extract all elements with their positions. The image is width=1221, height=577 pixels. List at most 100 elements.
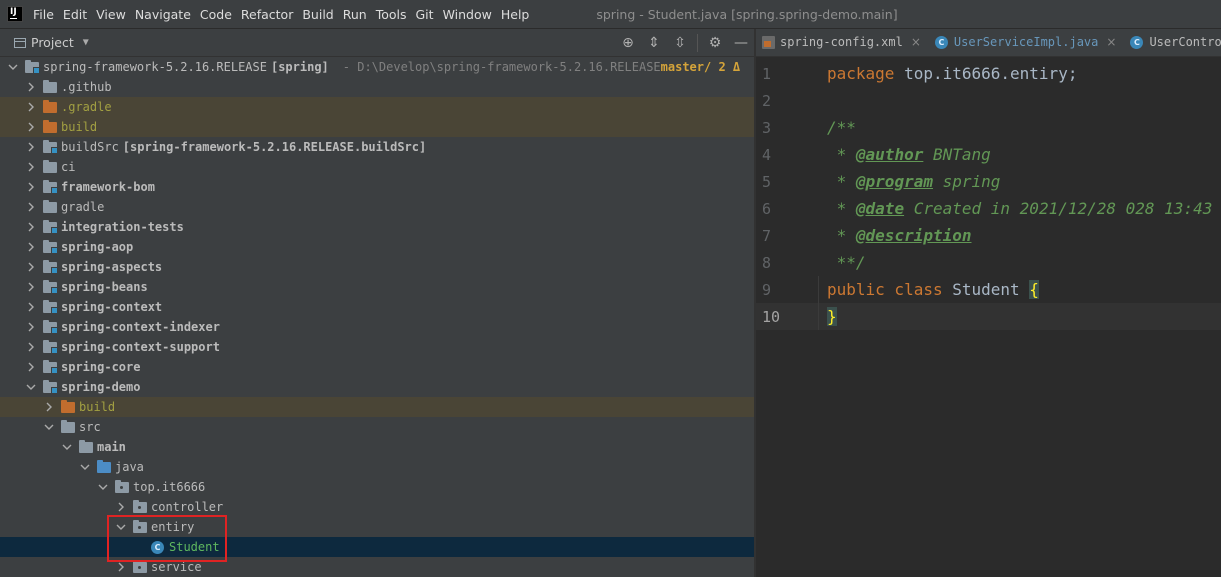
tree-item-label: spring-demo <box>61 380 141 394</box>
code-line[interactable]: 8 **/ <box>756 249 1221 276</box>
class-icon: C <box>934 35 948 49</box>
tree-row[interactable]: src <box>0 417 754 437</box>
code-text: **/ <box>827 253 866 272</box>
chevron-right-icon[interactable] <box>24 137 38 157</box>
tree-row[interactable]: ci <box>0 157 754 177</box>
tree-row[interactable]: spring-beans <box>0 277 754 297</box>
chevron-right-icon[interactable] <box>24 277 38 297</box>
tree-row[interactable]: top.it6666 <box>0 477 754 497</box>
tree-row[interactable]: spring-context-support <box>0 337 754 357</box>
chevron-right-icon[interactable] <box>24 337 38 357</box>
tree-root-row[interactable]: spring-framework-5.2.16.RELEASE [spring]… <box>0 57 754 77</box>
code-line[interactable]: 5 * @program spring <box>756 168 1221 195</box>
chevron-down-icon[interactable] <box>6 57 20 77</box>
tree-row[interactable]: build <box>0 117 754 137</box>
code-line[interactable]: 6 * @date Created in 2021/12/28 028 13:4… <box>756 195 1221 222</box>
line-number[interactable]: 10 <box>756 308 800 326</box>
module-folder-icon <box>43 259 58 274</box>
tree-row[interactable]: integration-tests <box>0 217 754 237</box>
menu-tools[interactable]: Tools <box>376 7 407 22</box>
expand-all-icon[interactable]: ⇕ <box>646 35 662 51</box>
tree-row[interactable]: framework-bom <box>0 177 754 197</box>
menu-view[interactable]: View <box>96 7 126 22</box>
chevron-right-icon[interactable] <box>24 77 38 97</box>
code-line[interactable]: 2 <box>756 87 1221 114</box>
chevron-right-icon[interactable] <box>24 297 38 317</box>
code-line[interactable]: 4 * @author BNTang <box>756 141 1221 168</box>
chevron-right-icon[interactable] <box>24 237 38 257</box>
line-number[interactable]: 2 <box>756 92 800 110</box>
package-icon <box>115 479 129 493</box>
target-icon[interactable]: ⊕ <box>620 35 636 51</box>
line-number[interactable]: 5 <box>756 173 800 191</box>
gear-icon[interactable]: ⚙ <box>707 35 723 51</box>
tree-row[interactable]: spring-demo <box>0 377 754 397</box>
line-number[interactable]: 9 <box>756 281 800 299</box>
chevron-down-icon[interactable] <box>96 477 110 497</box>
chevron-right-icon[interactable] <box>24 217 38 237</box>
line-number[interactable]: 3 <box>756 119 800 137</box>
tree-item-label: framework-bom <box>61 180 155 194</box>
project-view-selector[interactable]: Project <box>31 35 74 50</box>
chevron-down-icon[interactable] <box>60 437 74 457</box>
code-line[interactable]: 9 public class Student { <box>756 276 1221 303</box>
chevron-right-icon[interactable] <box>24 257 38 277</box>
tree-row[interactable]: spring-core <box>0 357 754 377</box>
menu-edit[interactable]: Edit <box>63 7 87 22</box>
line-number[interactable]: 7 <box>756 227 800 245</box>
chevron-right-icon[interactable] <box>24 197 38 217</box>
menu-run[interactable]: Run <box>343 7 367 22</box>
menu-window[interactable]: Window <box>443 7 492 22</box>
annotation-highlight-box <box>107 515 227 562</box>
line-number[interactable]: 4 <box>756 146 800 164</box>
menu-build[interactable]: Build <box>302 7 333 22</box>
code-line[interactable]: 10} <box>756 303 1221 330</box>
folder-icon <box>43 79 57 93</box>
line-number[interactable]: 1 <box>756 65 800 83</box>
chevron-right-icon[interactable] <box>24 357 38 377</box>
close-icon[interactable]: × <box>1106 35 1116 49</box>
minimize-icon[interactable]: — <box>733 35 749 51</box>
menu-code[interactable]: Code <box>200 7 232 22</box>
chevron-down-icon[interactable] <box>24 377 38 397</box>
chevron-right-icon[interactable] <box>24 317 38 337</box>
menu-git[interactable]: Git <box>416 7 434 22</box>
chevron-right-icon[interactable] <box>24 157 38 177</box>
intellij-logo-icon[interactable] <box>7 6 23 22</box>
chevron-right-icon[interactable] <box>24 177 38 197</box>
code-line[interactable]: 1 package top.it6666.entiry; <box>756 60 1221 87</box>
tree-row[interactable]: spring-aspects <box>0 257 754 277</box>
chevron-down-icon[interactable] <box>78 457 92 477</box>
chevron-right-icon[interactable] <box>114 497 128 517</box>
menu-refactor[interactable]: Refactor <box>241 7 293 22</box>
chevron-right-icon[interactable] <box>42 397 56 417</box>
tree-row[interactable]: build <box>0 397 754 417</box>
tab-user-controller[interactable]: C UserControll <box>1124 29 1221 56</box>
collapse-all-icon[interactable]: ⇳ <box>672 35 688 51</box>
tab-user-service-impl[interactable]: C UserServiceImpl.java × <box>929 29 1125 56</box>
code-line[interactable]: 7 * @description <box>756 222 1221 249</box>
line-number[interactable]: 6 <box>756 200 800 218</box>
code-line[interactable]: 3 /** <box>756 114 1221 141</box>
tab-spring-config[interactable]: spring-config.xml × <box>756 29 929 56</box>
chevron-right-icon[interactable] <box>24 97 38 117</box>
chevron-right-icon[interactable] <box>24 117 38 137</box>
tree-row[interactable]: .gradle <box>0 97 754 117</box>
tree-row[interactable]: buildSrc [spring-framework-5.2.16.RELEASE… <box>0 137 754 157</box>
line-number[interactable]: 8 <box>756 254 800 272</box>
chevron-down-icon[interactable]: ▼ <box>83 37 89 48</box>
menu-navigate[interactable]: Navigate <box>135 7 191 22</box>
tree-row[interactable]: .github <box>0 77 754 97</box>
tree-row[interactable]: gradle <box>0 197 754 217</box>
tree-row[interactable]: spring-context <box>0 297 754 317</box>
menu-file[interactable]: File <box>33 7 54 22</box>
code-editor[interactable]: 1 package top.it6666.entiry; 2 3 /** 4 * @aut… <box>756 57 1221 330</box>
tree-row[interactable]: java <box>0 457 754 477</box>
tree-row[interactable]: spring-aop <box>0 237 754 257</box>
tree-row[interactable]: main <box>0 437 754 457</box>
chevron-down-icon[interactable] <box>42 417 56 437</box>
menu-help[interactable]: Help <box>501 7 530 22</box>
tree-row[interactable]: controller <box>0 497 754 517</box>
close-icon[interactable]: × <box>911 35 921 49</box>
tree-row[interactable]: spring-context-indexer <box>0 317 754 337</box>
